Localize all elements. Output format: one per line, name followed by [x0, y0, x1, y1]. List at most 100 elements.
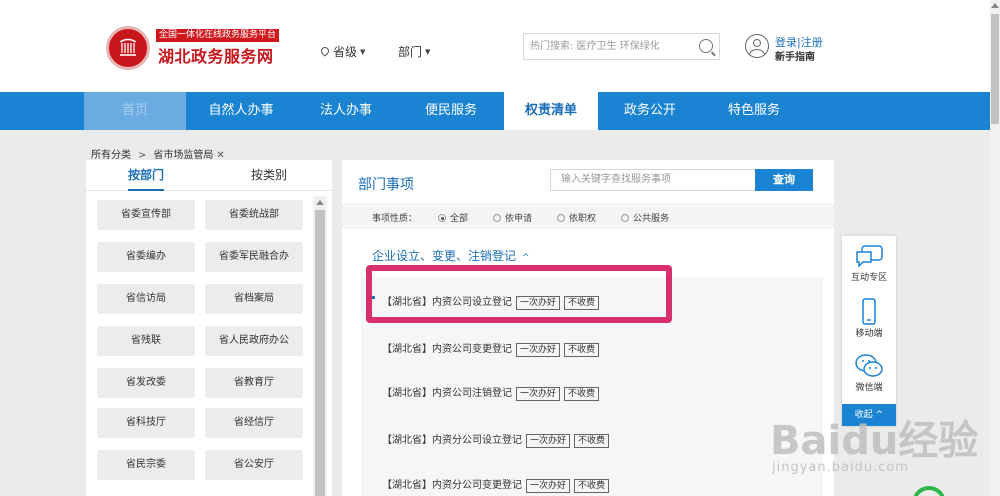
caret-down-icon: ▼ — [360, 48, 366, 56]
keyword-search-input[interactable]: 输入关键字查找服务事项 — [550, 169, 756, 191]
filter-option-label: 公共服务 — [633, 214, 670, 224]
highlight-annotation-box — [366, 265, 672, 323]
floating-sidebar: 互动专区 移动端 微信端 收起 ^ — [842, 236, 896, 426]
dept-item[interactable]: 省发改委 — [97, 368, 195, 398]
nav-item-convenience[interactable]: 便民服务 — [398, 92, 504, 130]
item-name[interactable]: 【湖北省】内资公司变更登记 — [382, 344, 512, 355]
search-icon[interactable] — [699, 39, 713, 53]
tag-one-visit: 一次办好 — [526, 434, 571, 448]
list-item[interactable]: 【湖北省】内资分公司变更登记 一次办好 不收费 — [382, 476, 610, 493]
nav-item-responsibility-list[interactable]: 权责清单 — [504, 92, 598, 130]
list-item[interactable]: 【湖北省】内资公司注销登记 一次办好 不收费 — [382, 384, 600, 401]
watermark-text: Baidu经验 — [770, 418, 979, 464]
province-selector[interactable]: 省级 ▼ — [319, 43, 366, 60]
tab-by-department[interactable]: 按部门 — [128, 160, 165, 191]
page-scrollbar[interactable] — [990, 0, 1000, 496]
guide-link[interactable]: 新手指南 — [775, 48, 815, 63]
caret-down-icon: ▼ — [425, 48, 431, 56]
filter-option-label: 全部 — [450, 214, 469, 224]
dept-item[interactable]: 省公安厅 — [205, 450, 303, 480]
side-item-wechat[interactable]: 微信端 — [842, 352, 896, 393]
nav-item-personal[interactable]: 自然人办事 — [188, 92, 294, 130]
tag-one-visit: 一次办好 — [516, 343, 561, 357]
group-title: 企业设立、变更、注销登记 — [372, 249, 517, 263]
filter-option-on-application[interactable]: 依申请 — [493, 211, 532, 224]
scrollbar-thumb[interactable] — [315, 210, 325, 496]
search-input[interactable] — [524, 34, 684, 59]
category-panel: 按部门 按类别 省委宣传部 省委统战部 省委编办 省委军民融合办 省信访局 省档… — [86, 160, 332, 496]
dept-item[interactable]: 省民宗委 — [97, 450, 195, 480]
nav-item-home[interactable]: 首页 — [84, 92, 186, 130]
side-item-label: 互动专区 — [850, 273, 887, 283]
panel-title: 部门事项 — [358, 177, 414, 193]
side-item-label: 微信端 — [855, 383, 883, 393]
radio-icon — [557, 214, 565, 222]
chat-bubble-icon — [856, 245, 883, 268]
main-nav: 首页 自然人办事 法人办事 便民服务 权责清单 政务公开 特色服务 — [0, 92, 990, 130]
breadcrumb: 所有分类 > 省市场监管局 ✕ — [91, 146, 225, 161]
dept-item[interactable]: 省档案局 — [205, 284, 303, 314]
filter-option-ex-officio[interactable]: 依职权 — [557, 211, 596, 224]
department-selector[interactable]: 部门 ▼ — [398, 43, 430, 60]
filter-bar: 事项性质： 全部 依申请 依职权 公共服务 — [342, 203, 834, 229]
scroll-up-arrow-icon[interactable] — [316, 200, 324, 205]
list-item[interactable]: 【湖北省】内资公司变更登记 一次办好 不收费 — [382, 340, 600, 357]
side-item-interaction[interactable]: 互动专区 — [842, 244, 896, 283]
category-tabs: 按部门 按类别 — [86, 160, 332, 191]
scroll-up-arrow-icon[interactable] — [991, 3, 999, 8]
chevron-up-icon: ^ — [522, 253, 530, 263]
group-header[interactable]: 企业设立、变更、注销登记 ^ — [372, 247, 530, 264]
filter-option-label: 依申请 — [505, 214, 533, 224]
watermark-logo: Baidu经验 — [770, 408, 978, 466]
department-scrollbar[interactable] — [313, 196, 327, 496]
dept-item[interactable]: 省委编办 — [97, 242, 195, 272]
dept-item[interactable]: 省经信厅 — [205, 408, 303, 438]
filter-option-label: 依职权 — [569, 214, 597, 224]
dept-item[interactable]: 省信访局 — [97, 284, 195, 314]
dept-item[interactable]: 省委统战部 — [205, 200, 303, 230]
tab-by-category[interactable]: 按类别 — [251, 160, 287, 191]
tag-free: 不收费 — [564, 343, 600, 357]
platform-tag: 全国一体化在线政务服务平台 — [156, 29, 280, 42]
dept-item[interactable]: 省残联 — [97, 326, 195, 356]
nav-item-featured[interactable]: 特色服务 — [702, 92, 806, 130]
mobile-phone-icon — [862, 298, 876, 325]
query-button[interactable]: 查询 — [755, 169, 813, 191]
scrollbar-thumb[interactable] — [991, 14, 999, 124]
site-search — [523, 33, 720, 60]
dept-item[interactable]: 省科技厅 — [97, 408, 195, 438]
list-item[interactable]: 【湖北省】内资分公司设立登记 一次办好 不收费 — [382, 431, 610, 448]
site-title[interactable]: 湖北政务服务网 — [158, 43, 274, 67]
logo-emblem-icon[interactable] — [106, 26, 150, 70]
tag-one-visit: 一次办好 — [526, 479, 571, 493]
dept-item[interactable]: 省委宣传部 — [97, 200, 195, 230]
watermark-url: jingyan.baidu.com — [772, 460, 909, 475]
tag-one-visit: 一次办好 — [516, 387, 561, 401]
nav-item-gov-affairs[interactable]: 政务公开 — [598, 92, 702, 130]
radio-icon — [493, 214, 501, 222]
side-item-label: 移动端 — [855, 329, 883, 339]
location-pin-icon — [319, 45, 331, 57]
dept-item[interactable]: 省教育厅 — [205, 368, 303, 398]
tag-free: 不收费 — [574, 434, 610, 448]
filter-option-public-service[interactable]: 公共服务 — [621, 211, 669, 224]
user-avatar-icon[interactable] — [745, 34, 769, 58]
dept-item[interactable]: 省人民政府办公 — [205, 326, 303, 356]
filter-option-all[interactable]: 全部 — [438, 211, 468, 224]
side-item-mobile[interactable]: 移动端 — [842, 298, 896, 339]
item-name[interactable]: 【湖北省】内资分公司变更登记 — [382, 480, 522, 491]
green-ring-icon — [912, 486, 946, 496]
nav-item-corporate[interactable]: 法人办事 — [294, 92, 398, 130]
radio-selected-icon — [438, 214, 446, 222]
dept-item[interactable]: 省委军民融合办 — [205, 242, 303, 272]
department-label: 部门 — [398, 45, 423, 59]
province-label: 省级 — [333, 45, 358, 59]
wechat-icon — [855, 354, 883, 377]
radio-icon — [621, 214, 629, 222]
service-items-panel: 部门事项 输入关键字查找服务事项 查询 事项性质： 全部 依申请 依职权 公共服… — [342, 160, 834, 496]
item-name[interactable]: 【湖北省】内资分公司设立登记 — [382, 435, 522, 446]
tag-free: 不收费 — [574, 479, 610, 493]
site-header: 全国一体化在线政务服务平台 湖北政务服务网 省级▼ 部门▼ 登录|注册 新手指南 — [0, 0, 990, 92]
filter-label: 事项性质： — [372, 214, 418, 224]
item-name[interactable]: 【湖北省】内资公司注销登记 — [382, 388, 512, 399]
